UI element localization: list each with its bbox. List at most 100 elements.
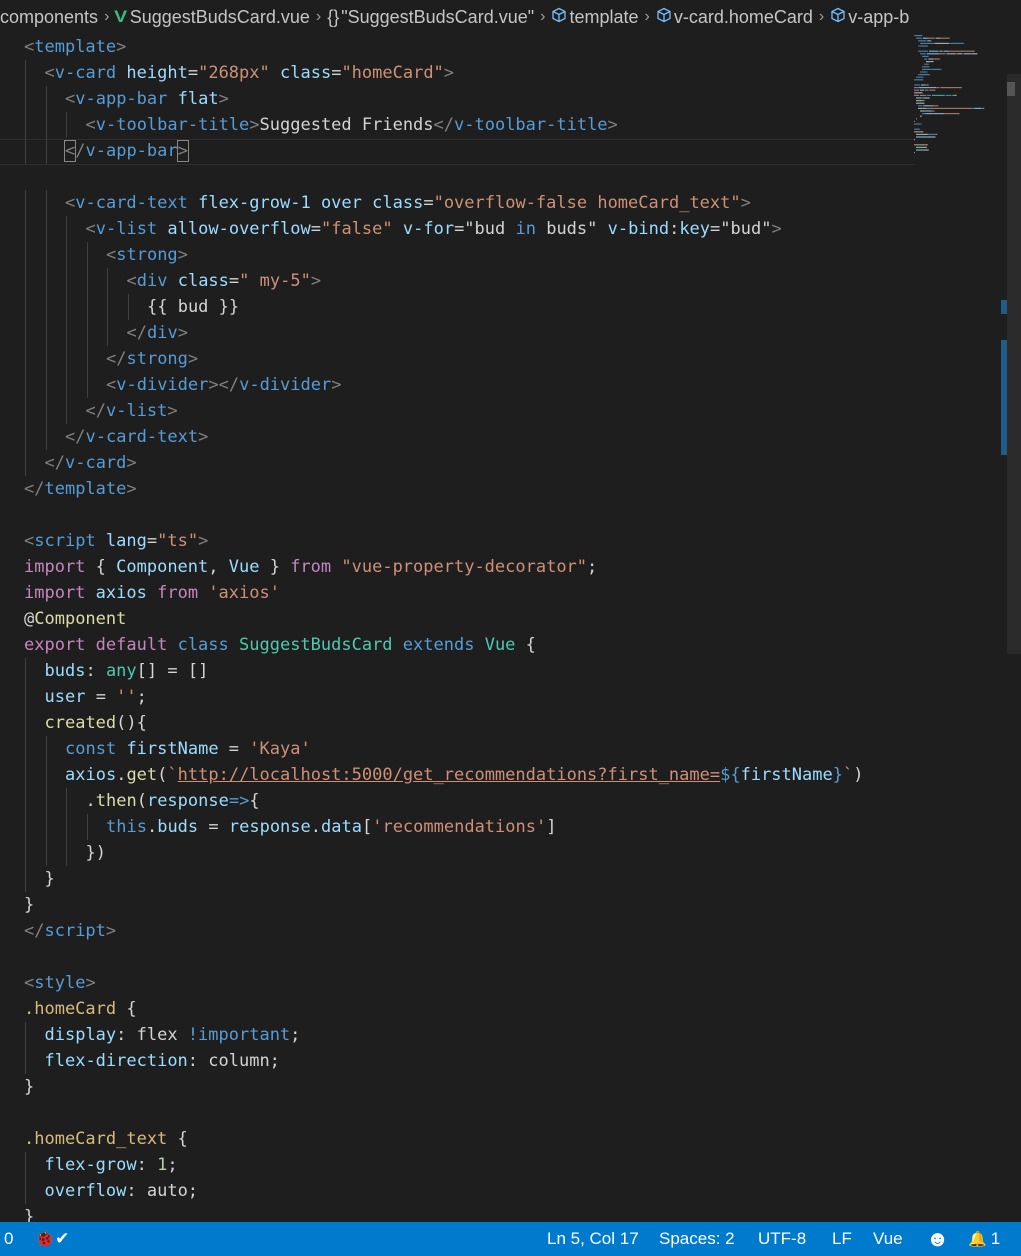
debug-check-icon[interactable]: 🐞✔: [34, 1229, 69, 1249]
breadcrumb-item[interactable]: components: [0, 7, 98, 28]
indent-guide: [86, 814, 88, 840]
indent-guide: [45, 294, 47, 320]
code-token: (: [136, 791, 147, 811]
minimap-stroke: [920, 110, 925, 112]
code-token: }: [44, 869, 55, 889]
minimap-stroke: [918, 105, 923, 107]
minimap-stroke: [914, 84, 915, 86]
minimap-stroke: [940, 68, 942, 70]
indent-guide: [86, 294, 88, 320]
minimap-stroke: [928, 63, 930, 65]
indent-guide: [25, 60, 26, 86]
vertical-scrollbar[interactable]: [1000, 34, 1021, 1222]
feedback-smiley-icon[interactable]: ☻: [926, 1226, 949, 1252]
minimap-stroke: [952, 94, 955, 96]
minimap-stroke: [918, 45, 920, 47]
code-token: SuggestBudsCard: [239, 635, 393, 655]
indentation-setting[interactable]: Spaces: 2: [659, 1229, 735, 1249]
language-mode[interactable]: Vue: [873, 1229, 903, 1249]
encoding-setting[interactable]: UTF-8: [758, 1229, 806, 1249]
minimap-stroke: [924, 84, 925, 86]
code-line: <style>: [24, 970, 863, 996]
minimap-stroke: [914, 92, 915, 94]
code-token: <: [85, 115, 96, 135]
breadcrumb-item[interactable]: v-app-b: [830, 7, 909, 28]
code-token: "overflow-false homeCard_text": [433, 193, 741, 213]
minimap-stroke: [954, 94, 957, 96]
code-token: :: [669, 219, 680, 239]
minimap-stroke: [925, 107, 927, 109]
minimap-stroke: [933, 105, 939, 107]
minimap-stroke: [933, 110, 935, 112]
code-line: <v-card-text flex-grow-1 over class="ove…: [24, 190, 863, 216]
minimap-stroke: [914, 92, 923, 94]
minimap-stroke: [914, 84, 920, 86]
breadcrumb-item[interactable]: {} "SuggestBudsCard.vue": [327, 7, 534, 28]
code-token: >: [771, 219, 782, 239]
code-line: <v-app-bar flat>: [24, 86, 863, 112]
code-token: >: [177, 245, 188, 265]
code-token: strong: [126, 349, 188, 369]
scrollbar-thumb[interactable]: [1007, 74, 1021, 654]
code-token: firstName: [740, 765, 833, 785]
code-line: export default class SuggestBudsCard ext…: [24, 632, 863, 658]
indent-guide: [107, 294, 108, 320]
indent-guide: [25, 450, 26, 476]
minimap-stroke: [914, 89, 920, 91]
code-token: </: [44, 453, 65, 473]
notifications-bell[interactable]: 🔔 1: [968, 1229, 1000, 1249]
code-token: {{ bud }}: [147, 297, 240, 317]
minimap-stroke: [955, 53, 958, 55]
minimap-stroke: [957, 53, 963, 55]
code-token: >: [198, 427, 209, 447]
minimap-stroke: [914, 152, 915, 154]
code-line: <v-card height="268px" class="homeCard">: [24, 60, 863, 86]
indent-guide: [66, 346, 67, 372]
code-line: .homeCard_text {: [24, 1126, 863, 1152]
minimap-stroke: [963, 42, 965, 44]
indent-guide: [25, 216, 26, 242]
line-ending-setting[interactable]: LF: [832, 1229, 852, 1249]
minimap-stroke: [918, 107, 923, 109]
minimap[interactable]: [912, 34, 1000, 164]
code-token: in: [515, 219, 536, 239]
indent-guide: [66, 788, 67, 814]
code-token: </: [24, 479, 45, 499]
breadcrumb-label: v-card.homeCard: [673, 6, 813, 27]
minimap-stroke: [939, 113, 944, 115]
breadcrumb-item[interactable]: v-card.homeCard: [656, 7, 813, 28]
minimap-stroke: [929, 113, 933, 115]
minimap-stroke: [922, 66, 924, 68]
minimap-stroke: [922, 55, 928, 57]
minimap-stroke: [928, 66, 930, 68]
code-token: flex-grow: [44, 1155, 137, 1175]
problems-count[interactable]: 0: [4, 1229, 13, 1249]
minimap-stroke: [930, 40, 932, 42]
indent-guide: [45, 242, 47, 268]
code-line: </v-card-text>: [24, 424, 863, 450]
code-line: </template>: [24, 476, 863, 502]
minimap-stroke: [982, 107, 984, 109]
code-token: </: [433, 115, 455, 135]
indent-guide: [25, 294, 26, 320]
code-line: </strong>: [24, 346, 863, 372]
code-token: Vue: [228, 557, 260, 577]
code-editor[interactable]: <template> <v-card height="268px" class="…: [0, 34, 1000, 1222]
cursor-position[interactable]: Ln 5, Col 17: [547, 1229, 639, 1249]
breadcrumb-item[interactable]: V SuggestBudsCard.vue: [115, 7, 310, 28]
minimap-stroke: [914, 35, 922, 37]
breadcrumb-label: "SuggestBudsCard.vue": [341, 6, 535, 27]
code-token: default: [95, 635, 168, 655]
indent-guide: [25, 1022, 26, 1048]
indent-guide: [45, 112, 47, 138]
breadcrumb-item[interactable]: template: [551, 7, 639, 28]
minimap-stroke: [919, 89, 925, 91]
minimap-stroke: [916, 133, 922, 135]
minimap-stroke: [914, 128, 915, 130]
code-token: axios: [95, 583, 147, 603]
code-token: =: [218, 739, 250, 759]
minimap-stroke: [920, 115, 922, 117]
